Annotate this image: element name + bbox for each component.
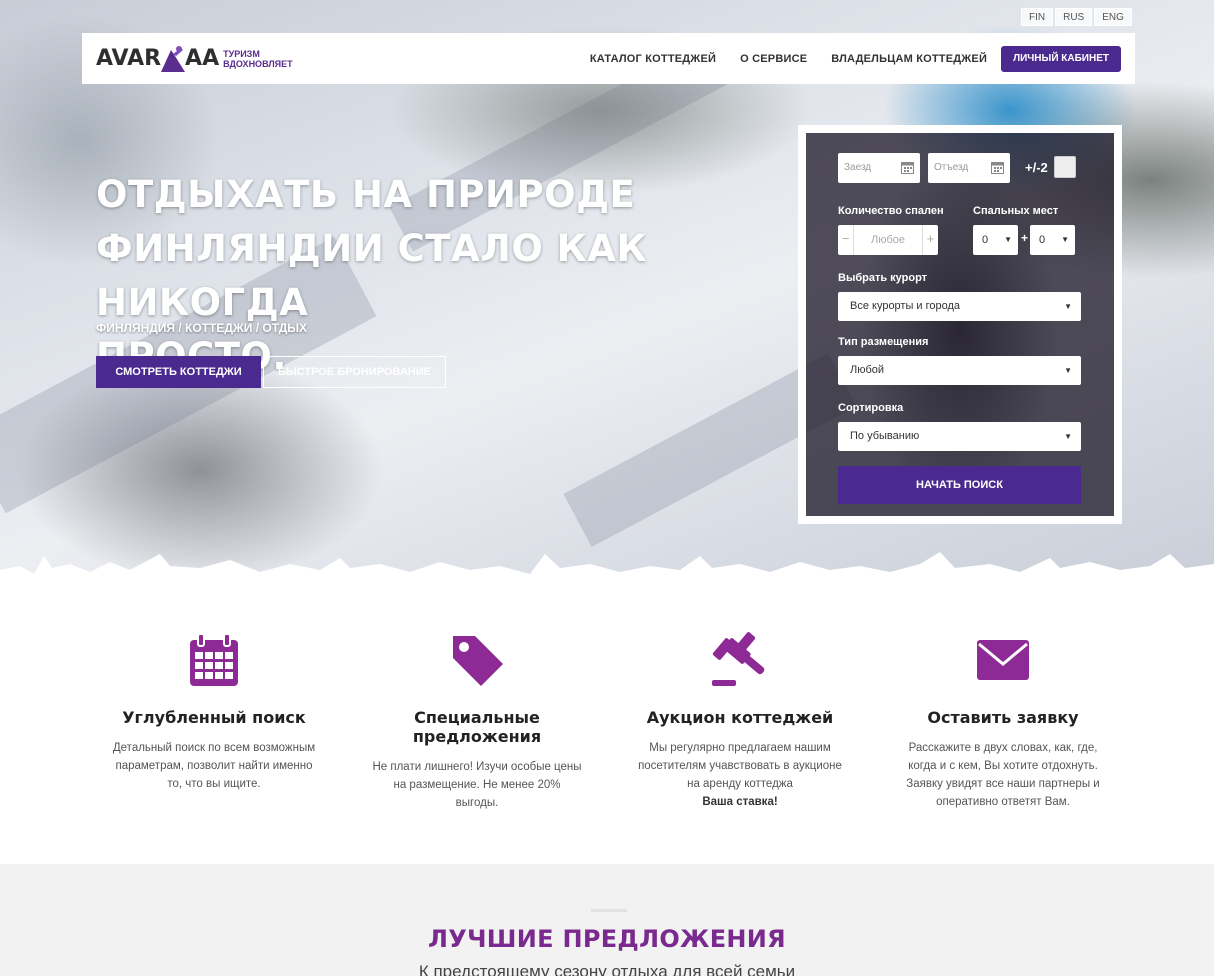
hero-section: FIN RUS ENG AVAR AA ТУРИЗМ ВДОХНОВЛЯЕТ К… [0,0,1214,580]
checkout-input[interactable]: Отъезд [928,153,1010,183]
feature-advanced-search: Углубленный поиск Детальный поиск по все… [109,630,319,793]
best-offers-subtitle: К предстоящему сезону отдыха для всей се… [418,962,796,976]
berths-b-value: 0 [1039,234,1046,246]
feature-title: Специальные предложения [372,708,582,746]
resort-value: Все курорты и города [850,300,961,312]
sort-select[interactable]: По убыванию ▼ [838,422,1081,451]
best-offers-title: ЛУЧШИЕ ПРЕДЛОЖЕНИЯ [428,925,786,953]
resort-label: Выбрать курорт [838,272,928,284]
feature-text: Детальный поиск по всем возможным параме… [112,742,316,790]
berths-label: Спальных мест [973,205,1059,217]
envelope-icon [977,640,1029,680]
feature-text-body: Мы регулярно предлагаем нашим посетителя… [638,742,842,790]
logo-tagline: ТУРИЗМ ВДОХНОВЛЯЕТ [223,49,293,69]
search-panel: Заезд Отъезд +/-2 Количество спален Спал… [798,125,1122,524]
language-switcher: FIN RUS ENG [1021,8,1132,26]
flex-dates-label: +/-2 [1025,160,1048,175]
bedrooms-label: Количество спален [838,205,944,217]
checkin-placeholder: Заезд [844,162,872,173]
best-offers-section: ЛУЧШИЕ ПРЕДЛОЖЕНИЯ К предстоящему сезону… [0,864,1214,976]
berths-a-value: 0 [982,234,989,246]
feature-title: Оставить заявку [927,708,1079,727]
accommodation-type-select[interactable]: Любой ▼ [838,356,1081,385]
caret-down-icon: ▼ [1004,235,1012,244]
caret-down-icon: ▼ [1064,432,1072,441]
feature-title: Углубленный поиск [122,708,306,727]
logo-tagline-2: ВДОХНОВЛЯЕТ [223,58,293,69]
sort-label: Сортировка [838,402,904,414]
lang-fin[interactable]: FIN [1021,8,1054,26]
feature-request: Оставить заявку Расскажите в двух словах… [898,630,1108,811]
decrement-button[interactable]: − [838,225,854,255]
increment-button[interactable]: + [922,225,938,255]
caret-down-icon: ▼ [1061,235,1069,244]
calendar-icon [991,162,1004,174]
view-cottages-button[interactable]: СМОТРЕТЬ КОТТЕДЖИ [96,356,261,388]
logo[interactable]: AVAR AA ТУРИЗМ ВДОХНОВЛЯЕТ [96,44,293,74]
caret-down-icon: ▼ [1064,366,1072,375]
nav-about[interactable]: О СЕРВИСЕ [740,53,807,65]
calendar-icon [190,633,238,686]
logo-word-left: AVAR [96,46,162,71]
navbar: AVAR AA ТУРИЗМ ВДОХНОВЛЯЕТ КАТАЛОГ КОТТЕ… [82,33,1135,84]
accommodation-type-label: Тип размещения [838,336,929,348]
tag-icon [453,636,503,686]
feature-title-line-2: предложения [412,727,542,746]
sort-value: По убыванию [850,430,920,442]
bedrooms-value[interactable]: Любое [854,234,922,246]
hero-breadcrumb: ФИНЛЯНДИЯ / КОТТЕДЖИ / ОТДЫХ [96,321,308,335]
section-divider [591,909,627,912]
nav-owners[interactable]: ВЛАДЕЛЬЦАМ КОТТЕДЖЕЙ [831,53,987,65]
logo-tagline-1: ТУРИЗМ [223,48,260,59]
checkin-input[interactable]: Заезд [838,153,920,183]
flex-dates-checkbox[interactable] [1054,156,1076,178]
gavel-icon [712,632,765,686]
feature-auction: Аукцион коттеджей Мы регулярно предлагае… [635,630,845,811]
berths-select-b[interactable]: 0 ▼ [1030,225,1075,255]
features-section: Углубленный поиск Детальный поиск по все… [0,600,1214,864]
snow-edge-decoration [0,552,1214,580]
lang-eng[interactable]: ENG [1094,8,1132,26]
hero-title-line-2: ФИНЛЯНДИИ СТАЛО КАК НИКОГДА [96,227,648,324]
hero-title-line-1: ОТДЫХАТЬ НА ПРИРОДЕ [96,173,636,216]
quick-booking-button[interactable]: БЫСТРОЕ БРОНИРОВАНИЕ [263,356,446,388]
nav-catalog[interactable]: КАТАЛОГ КОТТЕДЖЕЙ [590,53,716,65]
logo-figure-icon [161,45,186,72]
calendar-icon [901,162,914,174]
type-value: Любой [850,364,885,376]
feature-special-offers: Специальные предложения Не плати лишнего… [372,630,582,812]
caret-down-icon: ▼ [1064,302,1072,311]
hero-title: ОТДЫХАТЬ НА ПРИРОДЕ ФИНЛЯНДИИ СТАЛО КАК … [96,168,796,384]
bedrooms-stepper: − Любое + [838,225,938,255]
lang-rus[interactable]: RUS [1055,8,1093,26]
feature-text: Расскажите в двух словах, как, где, когд… [906,742,1100,808]
feature-text-bold: Ваша ставка! [702,796,778,808]
feature-text: Не плати лишнего! Изучи особые цены на р… [372,761,582,809]
start-search-button[interactable]: НАЧАТЬ ПОИСК [838,466,1081,504]
feature-text: Мы регулярно предлагаем нашим посетителя… [635,739,845,811]
feature-title-line-1: Специальные [414,708,540,727]
plus-sign: + [1021,231,1029,245]
resort-select[interactable]: Все курорты и города ▼ [838,292,1081,321]
checkout-placeholder: Отъезд [934,162,969,173]
nav-links: КАТАЛОГ КОТТЕДЖЕЙ О СЕРВИСЕ ВЛАДЕЛЬЦАМ К… [566,45,1121,72]
account-button[interactable]: ЛИЧНЫЙ КАБИНЕТ [1001,45,1121,72]
logo-word-right: AA [185,46,220,71]
feature-title: Аукцион коттеджей [646,708,834,727]
berths-select-a[interactable]: 0 ▼ [973,225,1018,255]
